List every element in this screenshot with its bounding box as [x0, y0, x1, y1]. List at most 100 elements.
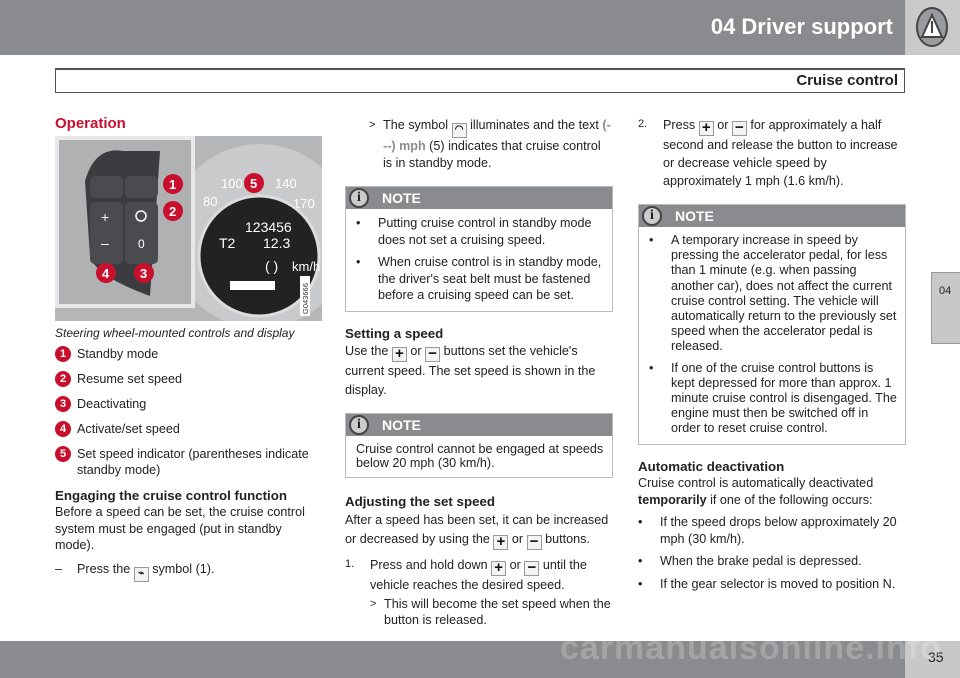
- plus-button-glyph: +: [101, 209, 109, 225]
- setting-text: Use the + or − buttons set the vehicle's…: [345, 342, 613, 400]
- tick-80: 80: [203, 194, 217, 209]
- chapter-header: 04 Driver support: [0, 0, 905, 55]
- bullet: •: [638, 515, 643, 530]
- heading-operation: Operation: [55, 115, 126, 132]
- auto-text: Cruise control is automatically deactiva…: [638, 475, 906, 508]
- column-3: 2. Press + or − for approximately a half …: [638, 112, 906, 598]
- legend-list: 1 Standby mode 2 Resume set speed 3 Deactiv…: [55, 345, 323, 479]
- legend-text: Activate/set speed: [77, 421, 180, 436]
- note-title: NOTE: [675, 208, 714, 224]
- trip-value: 12.3: [263, 235, 290, 251]
- info-icon: i: [349, 188, 369, 208]
- text: Cruise control is automatically deactiva…: [638, 476, 874, 491]
- note-bullet: • If one of the cruise control buttons is…: [649, 361, 897, 437]
- text: or: [509, 557, 521, 572]
- chapter-tab[interactable]: 04: [931, 272, 960, 344]
- cruise-control-icon: ◠: [451, 123, 467, 138]
- info-icon: i: [349, 415, 369, 435]
- plus-icon: +: [698, 120, 714, 136]
- step-marker: –: [55, 561, 63, 576]
- result-marker: >: [369, 119, 376, 131]
- text: if one of the following occurs:: [710, 492, 873, 507]
- note-header: i NOTE: [639, 205, 905, 227]
- note-title: NOTE: [382, 190, 421, 206]
- step-1: 1. Press and hold down + or − until the v…: [345, 556, 613, 594]
- deactivation-item: • If the gear selector is moved to positi…: [638, 576, 906, 593]
- text: or: [410, 344, 422, 358]
- engaging-text: Before a speed can be set, the cruise co…: [55, 505, 305, 552]
- note-bullet: • When cruise control is in standby mode,…: [356, 254, 604, 304]
- item-text: If the gear selector is moved to positio…: [660, 576, 896, 591]
- figure-code: G043666: [301, 283, 310, 314]
- callout-2: 2: [169, 204, 176, 219]
- note-box: i NOTE Cruise control cannot be engaged a…: [345, 413, 613, 478]
- section-header: Cruise control: [55, 68, 905, 93]
- minus-icon: −: [524, 560, 540, 576]
- legend-text: Resume set speed: [77, 371, 183, 386]
- note-title: NOTE: [382, 417, 421, 433]
- controls-figure: 80 100 140 170 123456 T2 12.3 ( ) km/h G…: [55, 136, 322, 321]
- legend-item: 3 Deactivating: [55, 395, 323, 413]
- step-2: 2. Press + or − for approximately a half …: [638, 116, 906, 190]
- bullet: •: [638, 576, 643, 591]
- bullet: •: [649, 360, 654, 375]
- legend-text: Deactivating: [77, 396, 147, 411]
- item-text: If the speed drops below approximately 2…: [660, 515, 897, 546]
- result-marker: >: [370, 597, 377, 610]
- note-box: i NOTE • Putting cruise control in standby…: [345, 186, 613, 312]
- bullet: •: [356, 216, 361, 230]
- bullet: •: [638, 554, 643, 569]
- minus-icon: −: [731, 120, 747, 136]
- chapter-icon-box: [905, 0, 960, 55]
- note-bullet: • Putting cruise control in standby mode …: [356, 215, 604, 248]
- minus-icon: −: [425, 346, 441, 362]
- legend-number: 2: [55, 370, 71, 387]
- warning-triangle-icon: [916, 7, 948, 47]
- legend-text: Set speed indicator (parentheses indicat…: [77, 446, 309, 478]
- legend-item: 5 Set speed indicator (parentheses indica…: [55, 445, 323, 479]
- plus-icon: +: [493, 534, 509, 550]
- text: Press: [663, 118, 696, 132]
- tick-100: 100: [221, 176, 243, 191]
- bullet: •: [356, 255, 361, 269]
- note-box: i NOTE • A temporary increase in speed by …: [638, 204, 906, 445]
- legend-text: Standby mode: [77, 346, 159, 361]
- legend-number: 4: [55, 420, 71, 437]
- bullet: •: [649, 233, 654, 247]
- step-number: 1.: [345, 557, 355, 570]
- note-text: When cruise control is in standby mode, …: [378, 255, 602, 302]
- note-text: A temporary increase in speed by pressin…: [671, 233, 897, 354]
- watermark: carmanualsonline.info: [560, 629, 942, 667]
- result-text: illuminates and the text: [470, 118, 599, 132]
- deactivation-item: • If the speed drops below approximately …: [638, 514, 906, 547]
- step-number: 2.: [638, 118, 648, 130]
- text: buttons.: [545, 531, 590, 546]
- text: Press and hold down: [370, 557, 488, 572]
- zero-button-glyph: 0: [138, 237, 145, 251]
- speed-unit: km/h: [292, 259, 320, 274]
- odometer: 123456: [245, 219, 292, 235]
- column-2: > The symbol ◠ illuminates and the text (…: [345, 112, 613, 629]
- text: or: [511, 531, 524, 546]
- deactivation-item: • When the brake pedal is depressed.: [638, 553, 906, 570]
- legend-number: 1: [55, 345, 71, 362]
- heading-setting-speed: Setting a speed: [345, 325, 444, 341]
- step-text: symbol (1).: [152, 561, 215, 576]
- chapter-title: 04 Driver support: [710, 14, 893, 39]
- legend-item: 1 Standby mode: [55, 345, 323, 363]
- info-icon: i: [642, 206, 662, 226]
- legend-number: 5: [55, 445, 71, 462]
- callout-3: 3: [140, 266, 147, 281]
- cruise-standby-icon: ⌁: [133, 566, 149, 582]
- callout-4: 4: [102, 266, 110, 281]
- minus-icon: −: [526, 534, 542, 550]
- column-1: Operation 80 100 140 170 123456 T2 12.3 …: [55, 112, 323, 582]
- heading-adjusting: Adjusting the set speed: [345, 494, 495, 509]
- plus-icon: +: [391, 346, 407, 362]
- legend-number: 3: [55, 395, 71, 412]
- note-text: If one of the cruise control buttons is …: [671, 360, 897, 436]
- heading-engaging: Engaging the cruise control function: [55, 487, 287, 503]
- minus-button-glyph: –: [101, 235, 109, 251]
- step-press-symbol: – Press the ⌁ symbol (1).: [55, 561, 323, 582]
- callout-5: 5: [250, 176, 257, 191]
